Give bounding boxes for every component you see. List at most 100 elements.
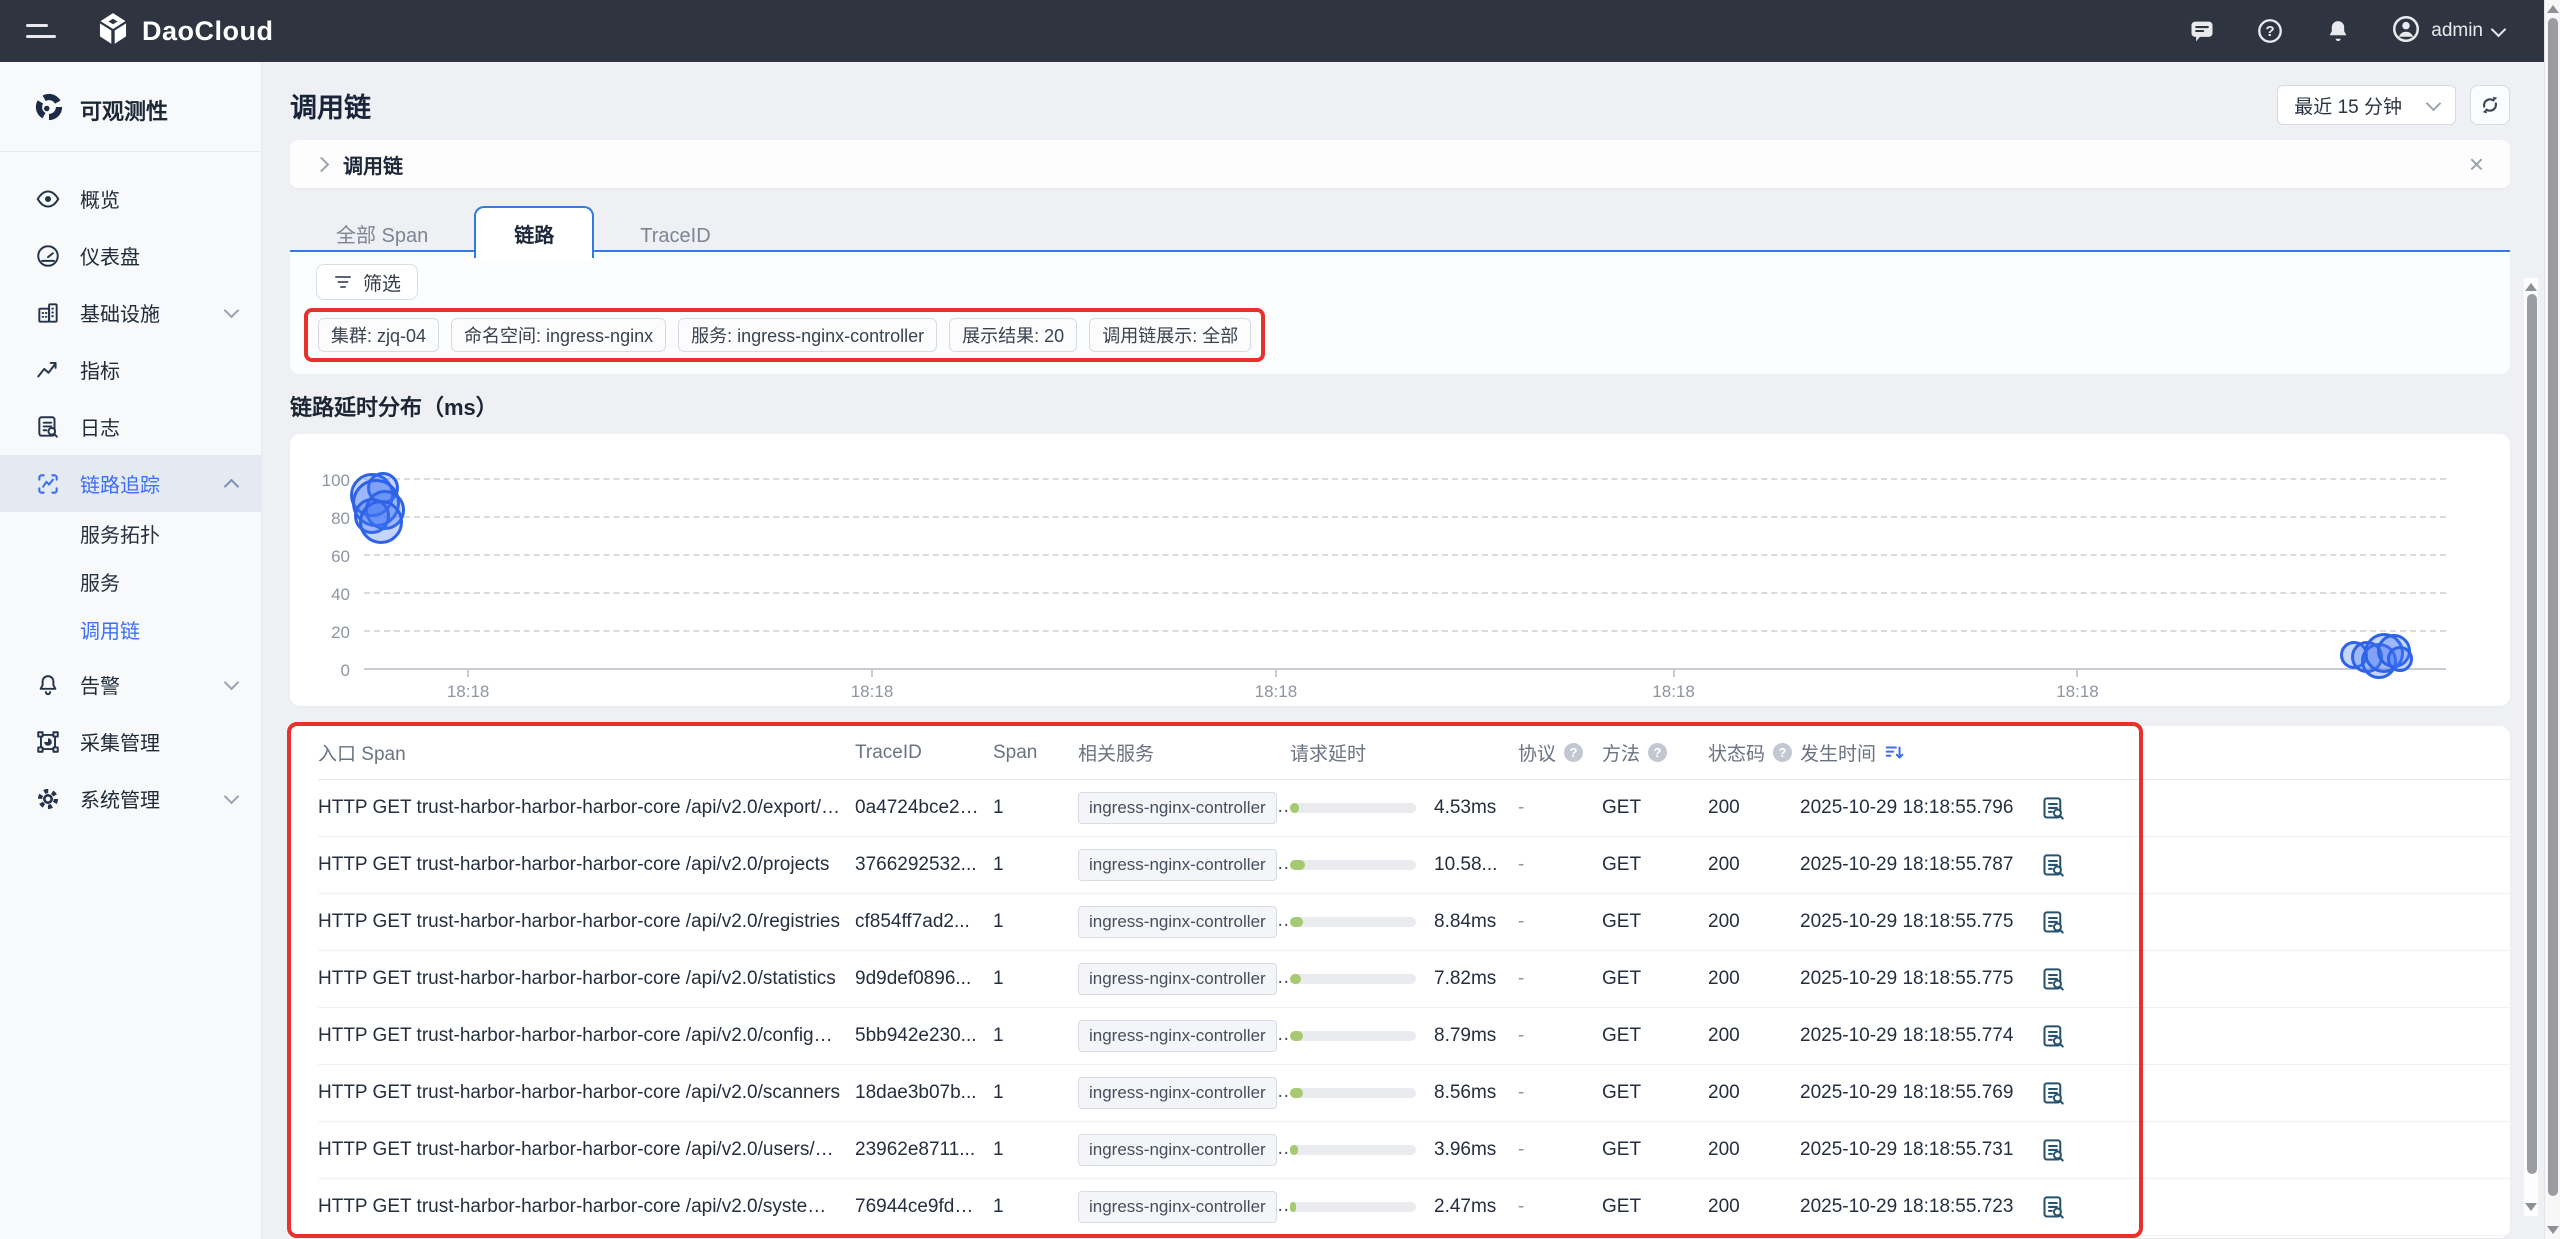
chart-title: 链路延时分布（ms） xyxy=(290,390,2510,422)
sidebar-item-日志[interactable]: 日志 xyxy=(0,398,261,455)
column-header-发生时间[interactable]: 发生时间 xyxy=(1800,739,2040,766)
service-chip[interactable]: ingress-nginx-controller xyxy=(1078,1077,1277,1109)
service-chip[interactable]: ingress-nginx-controller xyxy=(1078,1020,1277,1052)
tab-链路[interactable]: 链路 xyxy=(474,206,594,258)
view-log-icon[interactable] xyxy=(2040,852,2510,879)
tab-TraceID[interactable]: TraceID xyxy=(594,213,756,259)
page-scrollbar[interactable] xyxy=(2544,0,2560,1239)
sidebar-item-label: 概览 xyxy=(80,184,120,213)
column-header-状态码: 状态码? xyxy=(1708,739,1800,766)
scroll-up-icon[interactable] xyxy=(2525,283,2537,291)
sidebar-subitem-调用链[interactable]: 调用链 xyxy=(0,608,261,656)
scroll-up-icon[interactable] xyxy=(2547,5,2559,13)
sidebar-item-label: 链路追踪 xyxy=(80,469,160,498)
service-chip[interactable]: ingress-nginx-controller xyxy=(1078,1134,1277,1166)
filter-chip[interactable]: 展示结果: 20 xyxy=(949,318,1077,352)
table-row[interactable]: HTTP GET trust-harbor-harbor-harbor-core… xyxy=(318,837,2510,894)
sidebar-product[interactable]: 可观测性 xyxy=(0,62,261,152)
table-row[interactable]: HTTP GET trust-harbor-harbor-harbor-core… xyxy=(318,894,2510,951)
sidebar-subitem-服务[interactable]: 服务 xyxy=(0,560,261,608)
view-log-icon[interactable] xyxy=(2040,909,2510,936)
sidebar-item-基础设施[interactable]: 基础设施 xyxy=(0,284,261,341)
table-row[interactable]: HTTP GET trust-harbor-harbor-harbor-core… xyxy=(318,1122,2510,1179)
latency-bubble[interactable] xyxy=(359,500,403,544)
cell-status: 200 xyxy=(1708,854,1800,876)
panel-scrollbar[interactable] xyxy=(2524,278,2538,1216)
view-log-icon[interactable] xyxy=(2040,1194,2510,1221)
chevron-right-icon[interactable] xyxy=(314,156,330,172)
table-row[interactable]: HTTP GET trust-harbor-harbor-harbor-core… xyxy=(318,780,2510,837)
close-icon[interactable]: × xyxy=(2469,151,2484,177)
sidebar-item-仪表盘[interactable]: 仪表盘 xyxy=(0,227,261,284)
column-header-入口 Span: 入口 Span xyxy=(318,739,855,766)
cell-protocol: - xyxy=(1518,1082,1602,1104)
service-chip[interactable]: ingress-nginx-controller xyxy=(1078,963,1277,995)
view-log-icon[interactable] xyxy=(2040,966,2510,993)
tab-underline xyxy=(290,250,2510,252)
sidebar-item-系统管理[interactable]: 系统管理 xyxy=(0,770,261,827)
page-scrollbar-thumb[interactable] xyxy=(2548,18,2558,1196)
cell-entry-span: HTTP GET trust-harbor-harbor-harbor-core… xyxy=(318,1196,855,1218)
sidebar-item-概览[interactable]: 概览 xyxy=(0,170,261,227)
cell-method: GET xyxy=(1602,968,1708,990)
service-chip[interactable]: ingress-nginx-controller xyxy=(1078,792,1277,824)
table-row[interactable]: HTTP GET trust-harbor-harbor-harbor-core… xyxy=(318,951,2510,1008)
scroll-down-icon[interactable] xyxy=(2525,1203,2537,1211)
filter-chip[interactable]: 调用链展示: 全部 xyxy=(1089,318,1251,352)
view-log-icon[interactable] xyxy=(2040,1023,2510,1050)
filter-button[interactable]: 筛选 xyxy=(316,264,418,300)
gridline xyxy=(364,592,2446,594)
sidebar-item-指标[interactable]: 指标 xyxy=(0,341,261,398)
sidebar-subitem-服务拓扑[interactable]: 服务拓扑 xyxy=(0,512,261,560)
message-icon[interactable] xyxy=(2187,16,2217,46)
scroll-down-icon[interactable] xyxy=(2547,1226,2559,1234)
cell-entry-span: HTTP GET trust-harbor-harbor-harbor-core… xyxy=(318,1025,855,1047)
service-chip[interactable]: ingress-nginx-controller xyxy=(1078,906,1277,938)
view-log-icon[interactable] xyxy=(2040,795,2510,822)
view-log-icon[interactable] xyxy=(2040,1137,2510,1164)
tab-bar: 全部 Span链路TraceID xyxy=(290,206,2510,252)
table-row[interactable]: HTTP GET trust-harbor-harbor-harbor-core… xyxy=(318,1065,2510,1122)
help-icon[interactable]: ? xyxy=(1773,743,1792,762)
cell-trace-id: 5bb942e230... xyxy=(855,1025,993,1047)
svg-text:?: ? xyxy=(2266,23,2275,40)
bell-icon[interactable] xyxy=(2323,16,2353,46)
refresh-button[interactable] xyxy=(2470,85,2510,125)
cell-span-count: 1 xyxy=(993,1025,1078,1047)
view-log-icon[interactable] xyxy=(2040,1080,2510,1107)
hamburger-menu-icon[interactable] xyxy=(26,24,56,38)
cell-time: 2025-10-29 18:18:55.775 xyxy=(1800,911,2040,933)
service-chip[interactable]: ingress-nginx-controller xyxy=(1078,1191,1277,1223)
table-row[interactable]: HTTP GET trust-harbor-harbor-harbor-core… xyxy=(318,1179,2510,1236)
help-icon[interactable]: ? xyxy=(1564,743,1583,762)
cell-status: 200 xyxy=(1708,911,1800,933)
chart-plot-area: 02040608010018:1818:1818:1818:1818:18 xyxy=(364,480,2446,670)
x-tick-label: 18:18 xyxy=(1255,682,1298,702)
latency-value: 3.96ms xyxy=(1434,1139,1496,1161)
sidebar-item-告警[interactable]: 告警 xyxy=(0,656,261,713)
panel-scrollbar-thumb[interactable] xyxy=(2527,294,2537,1174)
table-row[interactable]: HTTP GET trust-harbor-harbor-harbor-core… xyxy=(318,1008,2510,1065)
brand[interactable]: DaoCloud xyxy=(96,12,274,51)
cell-span-count: 1 xyxy=(993,1196,1078,1218)
sidebar-item-采集管理[interactable]: 采集管理 xyxy=(0,713,261,770)
cell-protocol: - xyxy=(1518,911,1602,933)
filter-button-label: 筛选 xyxy=(363,269,401,296)
help-icon[interactable]: ? xyxy=(1648,743,1667,762)
cell-latency: 7.82ms xyxy=(1290,968,1518,990)
filter-chip[interactable]: 服务: ingress-nginx-controller xyxy=(678,318,937,352)
sidebar-item-链路追踪[interactable]: 链路追踪 xyxy=(0,455,261,512)
help-icon[interactable]: ? xyxy=(2255,16,2285,46)
daocloud-logo-icon xyxy=(96,12,130,51)
user-menu[interactable]: admin xyxy=(2391,14,2504,49)
filter-chip[interactable]: 集群: zjq-04 xyxy=(318,318,439,352)
time-range-select[interactable]: 最近 15 分钟 xyxy=(2277,85,2456,125)
sidebar-item-label: 告警 xyxy=(80,670,120,699)
cell-trace-id: 76944ce9fd7... xyxy=(855,1196,993,1218)
latency-bubble[interactable] xyxy=(2387,646,2413,672)
y-tick-label: 60 xyxy=(304,547,350,567)
service-chip[interactable]: ingress-nginx-controller xyxy=(1078,849,1277,881)
sort-desc-icon[interactable] xyxy=(1884,742,1906,764)
cell-protocol: - xyxy=(1518,1139,1602,1161)
filter-chip[interactable]: 命名空间: ingress-nginx xyxy=(451,318,666,352)
